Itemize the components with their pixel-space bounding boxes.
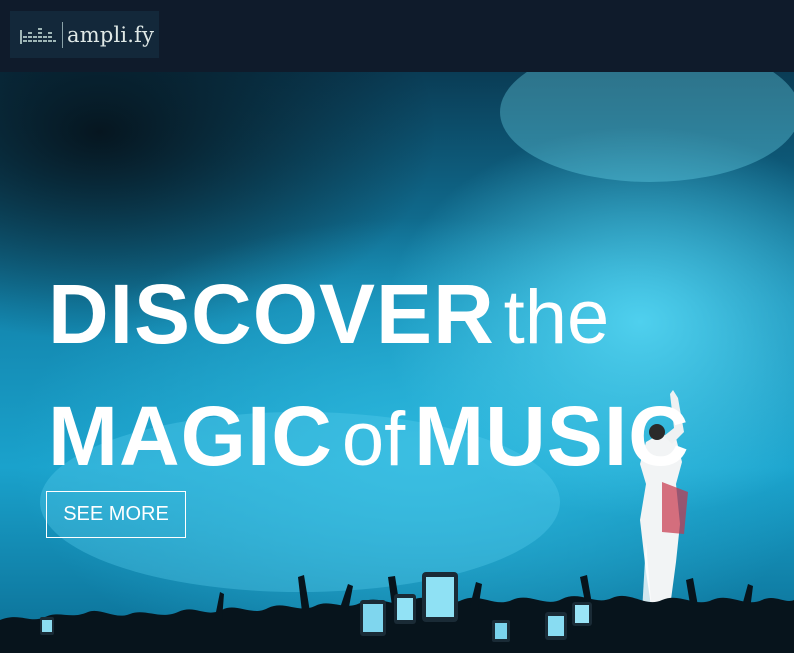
headline-line-2: MAGIC of MUSIC bbox=[48, 384, 690, 506]
hero-section: DISCOVER the MAGIC of MUSIC SEE MORE bbox=[0, 72, 794, 653]
brand-logo[interactable]: ampli.fy bbox=[10, 11, 159, 58]
headline-word-of: of bbox=[341, 397, 406, 482]
headline-line-1: DISCOVER the bbox=[48, 262, 690, 384]
headline-word-discover: DISCOVER bbox=[48, 267, 495, 361]
logo-divider bbox=[62, 21, 63, 48]
see-more-button[interactable]: SEE MORE bbox=[46, 491, 186, 538]
equalizer-bars-icon bbox=[20, 27, 56, 44]
headline-word-music: MUSIC bbox=[414, 389, 690, 483]
headline-word-the: the bbox=[503, 275, 610, 360]
headline-word-magic: MAGIC bbox=[48, 389, 333, 483]
top-navigation-bar: ampli.fy bbox=[0, 0, 794, 72]
hero-headline: DISCOVER the MAGIC of MUSIC bbox=[48, 262, 690, 506]
brand-name: ampli.fy bbox=[67, 22, 155, 47]
